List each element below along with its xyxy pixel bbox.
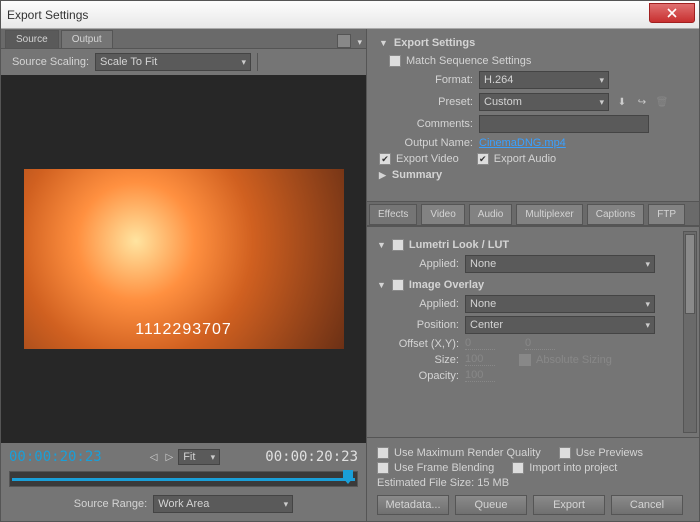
use-previews-checkbox[interactable] xyxy=(559,447,571,459)
subtab-video[interactable]: Video xyxy=(421,204,464,225)
comments-label: Comments: xyxy=(379,118,479,130)
preset-dropdown[interactable]: Custom xyxy=(479,93,609,111)
comments-input[interactable] xyxy=(479,115,649,133)
metadata-button[interactable]: Metadata... xyxy=(377,495,449,515)
preview-area: 1112293707 xyxy=(1,75,366,443)
export-video-label: Export Video xyxy=(396,153,459,165)
subtab-audio[interactable]: Audio xyxy=(469,204,513,225)
delete-preset-icon[interactable]: 🗑 xyxy=(655,95,669,109)
timecode-in[interactable]: 00:00:20:23 xyxy=(9,449,102,465)
window-title: Export Settings xyxy=(7,8,88,22)
offset-x-input[interactable]: 0 xyxy=(465,337,495,350)
watermark-text: 1112293707 xyxy=(135,321,232,339)
frame-blending-checkbox[interactable] xyxy=(377,462,389,474)
subtab-multiplexer[interactable]: Multiplexer xyxy=(516,204,582,225)
import-project-checkbox[interactable] xyxy=(512,462,524,474)
save-preset-icon[interactable]: ⬇ xyxy=(615,95,629,109)
output-name-link[interactable]: CinemaDNG.mp4 xyxy=(479,137,566,149)
timeline-track[interactable] xyxy=(9,471,358,487)
max-quality-checkbox[interactable] xyxy=(377,447,389,459)
source-scaling-label: Source Scaling: xyxy=(9,56,95,68)
import-preset-icon[interactable]: ↪ xyxy=(635,95,649,109)
match-sequence-checkbox[interactable] xyxy=(389,55,401,67)
format-label: Format: xyxy=(379,74,479,86)
titlebar: Export Settings xyxy=(1,1,699,29)
scrollbar-thumb[interactable] xyxy=(685,234,695,314)
source-range-dropdown[interactable]: Work Area xyxy=(153,495,293,513)
chevron-down-icon[interactable]: ▾ xyxy=(353,37,366,48)
absolute-sizing-checkbox[interactable] xyxy=(519,354,531,366)
playhead[interactable] xyxy=(343,470,353,484)
lumetri-applied-dropdown[interactable]: None xyxy=(465,255,655,273)
lumetri-checkbox[interactable] xyxy=(392,239,404,251)
export-button[interactable]: Export xyxy=(533,495,605,515)
cancel-button[interactable]: Cancel xyxy=(611,495,683,515)
aspect-icon[interactable] xyxy=(337,34,351,48)
lumetri-applied-label: Applied: xyxy=(395,258,465,270)
effects-panel: ▼ Lumetri Look / LUT Applied: None ▼ Ima… xyxy=(367,226,699,437)
source-scaling-row: Source Scaling: Scale To Fit xyxy=(1,49,366,75)
subtab-effects[interactable]: Effects xyxy=(369,204,417,225)
source-scaling-dropdown[interactable]: Scale To Fit xyxy=(95,53,251,71)
right-panel: ▼ Export Settings Match Sequence Setting… xyxy=(367,29,699,521)
tab-output[interactable]: Output xyxy=(61,30,113,48)
match-sequence-label: Match Sequence Settings xyxy=(406,55,531,67)
fit-dropdown[interactable]: Fit xyxy=(178,449,220,465)
overlay-applied-dropdown[interactable]: None xyxy=(465,295,655,313)
opacity-input[interactable]: 100 xyxy=(465,369,495,382)
prev-frame-button[interactable]: ◁ xyxy=(147,452,161,463)
summary-header[interactable]: ▶ Summary xyxy=(379,169,687,181)
export-audio-label: Export Audio xyxy=(494,153,556,165)
size-input[interactable]: 100 xyxy=(465,353,495,366)
export-video-checkbox[interactable]: ✔ xyxy=(379,153,391,165)
tab-source[interactable]: Source xyxy=(5,30,59,48)
subtabs: Effects Video Audio Multiplexer Captions… xyxy=(367,201,699,226)
estimated-size: Estimated File Size: 15 MB xyxy=(377,477,509,489)
next-frame-button[interactable]: ▷ xyxy=(163,452,177,463)
lumetri-header[interactable]: ▼ Lumetri Look / LUT xyxy=(377,239,689,251)
footer: Use Maximum Render Quality Use Previews … xyxy=(367,437,699,521)
left-panel: Source Output ▾ Source Scaling: Scale To… xyxy=(1,29,367,521)
subtab-ftp[interactable]: FTP xyxy=(648,204,685,225)
timeline-area: 00:00:20:23 ◁ ▷ Fit 00:00:20:23 Source R xyxy=(1,443,366,521)
preset-label: Preset: xyxy=(379,96,479,108)
disclosure-right-icon: ▶ xyxy=(379,170,386,181)
subtab-captions[interactable]: Captions xyxy=(587,204,644,225)
queue-button[interactable]: Queue xyxy=(455,495,527,515)
close-button[interactable] xyxy=(649,3,695,23)
format-dropdown[interactable]: H.264 xyxy=(479,71,609,89)
image-overlay-header[interactable]: ▼ Image Overlay xyxy=(377,279,689,291)
output-name-label: Output Name: xyxy=(379,137,479,149)
offset-y-input[interactable]: 0 xyxy=(525,337,555,350)
preview-tabs: Source Output ▾ xyxy=(1,29,366,49)
video-frame: 1112293707 xyxy=(24,169,344,349)
export-settings-window: Export Settings Source Output ▾ Source S… xyxy=(0,0,700,522)
timecode-out: 00:00:20:23 xyxy=(265,449,358,465)
export-audio-checkbox[interactable]: ✔ xyxy=(477,153,489,165)
overlay-position-dropdown[interactable]: Center xyxy=(465,316,655,334)
export-settings-header[interactable]: ▼ Export Settings xyxy=(379,37,687,49)
disclosure-icon: ▼ xyxy=(379,38,388,48)
source-range-label: Source Range: xyxy=(74,498,153,510)
image-overlay-checkbox[interactable] xyxy=(392,279,404,291)
scrollbar[interactable] xyxy=(683,231,697,433)
